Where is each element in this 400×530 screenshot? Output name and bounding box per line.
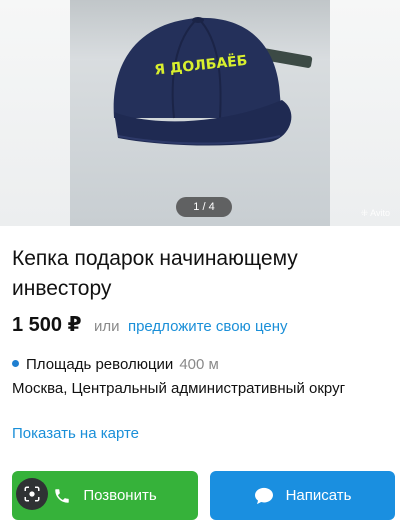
metro-line-icon <box>12 360 19 367</box>
message-button-label: Написать <box>285 487 352 504</box>
listing-title: Кепка подарок начинающему инвестору <box>12 247 298 300</box>
cap-image: Я ДОЛБАЁБ <box>113 17 292 146</box>
watermark-text: Avito <box>370 208 390 218</box>
address: Москва, Центральный административный окр… <box>12 380 346 397</box>
photo-background-left <box>0 0 70 226</box>
metro-distance: 400 м <box>179 356 219 373</box>
phone-icon <box>55 488 70 503</box>
lens-icon <box>24 486 40 502</box>
message-button[interactable]: Написать <box>210 471 395 520</box>
image-counter: 1 / 4 <box>176 197 232 217</box>
chat-icon <box>254 487 273 504</box>
offer-price-link[interactable]: предложите свою цену <box>128 318 288 335</box>
call-button-label: Позвонить <box>83 487 157 504</box>
metro-row: Площадь революции 400 м <box>12 356 219 373</box>
product-photo[interactable]: Я ДОЛБАЁБ <box>70 0 330 226</box>
photo-gallery[interactable]: Я ДОЛБАЁБ 1 / 4 ⁜ Avito <box>0 0 400 226</box>
watermark: ⁜ Avito <box>360 208 390 218</box>
price: 1 500 ₽ <box>12 314 82 336</box>
or-text: или <box>93 318 120 335</box>
lens-search-button[interactable] <box>16 478 48 510</box>
show-on-map-link[interactable]: Показать на карте <box>12 425 139 442</box>
metro-station: Площадь революции <box>26 356 174 373</box>
photo-background-right <box>330 0 400 226</box>
price-row: 1 500 ₽ или предложите свою цену <box>12 312 288 340</box>
